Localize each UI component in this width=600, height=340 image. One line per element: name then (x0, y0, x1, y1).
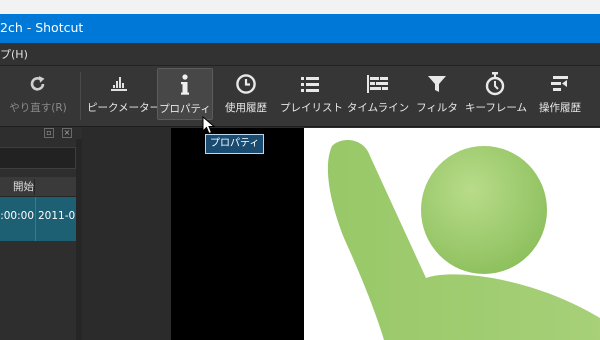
cell-date: 2011-0 (38, 210, 76, 222)
properties-label: プロパティ (159, 103, 211, 115)
search-input[interactable] (0, 147, 76, 169)
timeline-icon (346, 72, 410, 96)
timeline-button[interactable]: タイムライン (346, 68, 410, 120)
window-top-strip (0, 0, 600, 14)
cell-start: :00:00 (0, 210, 34, 222)
playlist-button[interactable]: プレイリスト (280, 68, 343, 120)
video-black-region (171, 128, 304, 340)
recent-button[interactable]: 使用履歴 (219, 68, 273, 120)
history-icon (530, 72, 590, 96)
cell-divider (35, 197, 36, 241)
redo-button[interactable]: やり直す(R) (0, 68, 76, 120)
panel-float-button[interactable]: ▫ (44, 128, 54, 138)
timeline-label: タイムライン (346, 102, 410, 114)
menu-help[interactable]: プ(H) (0, 46, 28, 62)
keyframes-button[interactable]: キーフレーム (465, 68, 528, 120)
mouse-cursor-icon (202, 116, 216, 135)
window-title: 2ch - Shotcut (0, 20, 84, 35)
info-icon (158, 73, 212, 97)
playlist-label: プレイリスト (280, 102, 343, 114)
panel-close-button[interactable]: × (62, 128, 72, 138)
title-bar (0, 14, 600, 43)
keyframes-label: キーフレーム (465, 102, 528, 114)
history-label: 操作履歴 (539, 102, 581, 114)
peak-meter-button[interactable]: ピークメーター (87, 68, 161, 120)
list-icon (280, 72, 340, 96)
tooltip: プロパティ (205, 134, 265, 154)
column-header-start[interactable]: 開始 (0, 179, 35, 195)
history-button[interactable]: 操作履歴 (530, 68, 590, 120)
peak-meter-label: ピークメーター (87, 102, 161, 114)
filters-button[interactable]: フィルタ (416, 68, 458, 120)
filter-icon (416, 72, 458, 96)
recent-label: 使用履歴 (225, 102, 267, 114)
toolbar-separator (80, 72, 81, 120)
filters-label: フィルタ (416, 102, 458, 114)
properties-button[interactable]: プロパティ (157, 68, 213, 120)
redo-icon (0, 72, 76, 96)
video-preview (304, 128, 600, 340)
peak-meter-icon (87, 72, 151, 96)
menu-bar (0, 43, 600, 66)
green-figure-image (327, 140, 600, 340)
stopwatch-icon (465, 72, 525, 96)
redo-label: やり直す(R) (9, 102, 67, 114)
clock-icon (219, 72, 273, 96)
